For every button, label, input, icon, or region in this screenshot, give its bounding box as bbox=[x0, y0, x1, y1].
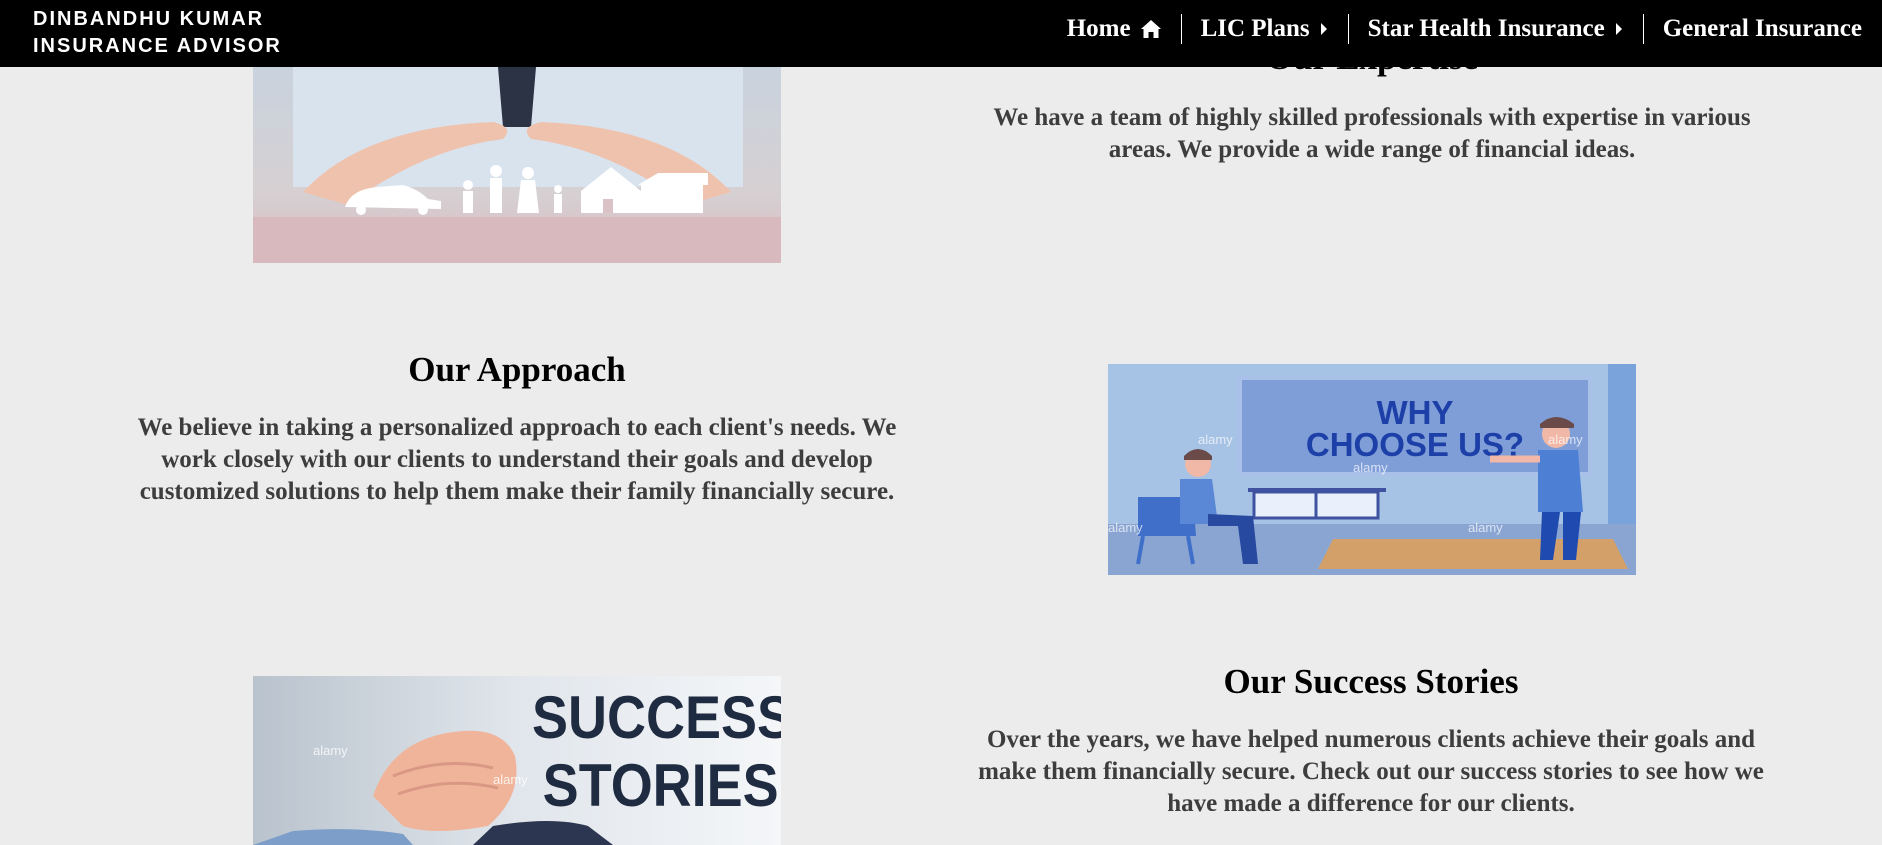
approach-text: We believe in taking a personalized appr… bbox=[137, 414, 897, 505]
main-nav: Home LIC Plans Star Health Insurance Gen… bbox=[1048, 0, 1862, 58]
caret-right-icon bbox=[1614, 21, 1624, 37]
approach-section: Our Approach We believe in taking a pers… bbox=[117, 350, 917, 508]
success-line1: SUCCESS bbox=[532, 684, 781, 751]
watermark: alamy bbox=[1548, 432, 1583, 447]
expertise-image bbox=[253, 67, 781, 263]
nav-home-label: Home bbox=[1066, 15, 1131, 42]
watermark: alamy bbox=[313, 743, 348, 758]
watermark: alamy bbox=[493, 772, 528, 787]
success-stories-image: SUCCESS STORIES alamy alamy bbox=[253, 676, 781, 845]
nav-lic-plans[interactable]: LIC Plans bbox=[1180, 14, 1348, 44]
approach-title: Our Approach bbox=[408, 350, 626, 389]
nav-general-insurance-label: General Insurance bbox=[1662, 15, 1862, 42]
success-line2: STORIES bbox=[543, 752, 779, 819]
nav-home[interactable]: Home bbox=[1048, 14, 1181, 44]
watermark: alamy bbox=[1353, 460, 1388, 475]
success-text: Over the years, we have helped numerous … bbox=[978, 726, 1764, 817]
why-choose-us-image: WHY CHOOSE US? alamy alamy alamy alamy a… bbox=[1108, 364, 1636, 575]
brand-tagline: INSURANCE ADVISOR bbox=[33, 35, 282, 57]
success-title: Our Success Stories bbox=[1223, 662, 1519, 701]
caret-right-icon bbox=[1319, 21, 1329, 37]
brand-name: DINBANDHU KUMAR bbox=[33, 8, 265, 30]
navbar: DINBANDHU KUMAR INSURANCE ADVISOR Home L… bbox=[0, 0, 1882, 67]
nav-lic-plans-label: LIC Plans bbox=[1200, 15, 1310, 42]
nav-star-health-label: Star Health Insurance bbox=[1367, 15, 1605, 42]
page: DINBANDHU KUMAR INSURANCE ADVISOR Home L… bbox=[0, 0, 1882, 845]
brand-logo[interactable]: DINBANDHU KUMAR INSURANCE ADVISOR bbox=[33, 6, 282, 60]
watermark: alamy bbox=[1108, 520, 1143, 535]
nav-star-health[interactable]: Star Health Insurance bbox=[1347, 14, 1643, 44]
watermark: alamy bbox=[1468, 520, 1503, 535]
expertise-text: We have a team of highly skilled profess… bbox=[993, 104, 1751, 163]
nav-general-insurance[interactable]: General Insurance bbox=[1642, 14, 1862, 44]
watermark: alamy bbox=[1198, 432, 1233, 447]
home-icon bbox=[1140, 19, 1162, 39]
success-section: Our Success Stories Over the years, we h… bbox=[960, 662, 1782, 820]
